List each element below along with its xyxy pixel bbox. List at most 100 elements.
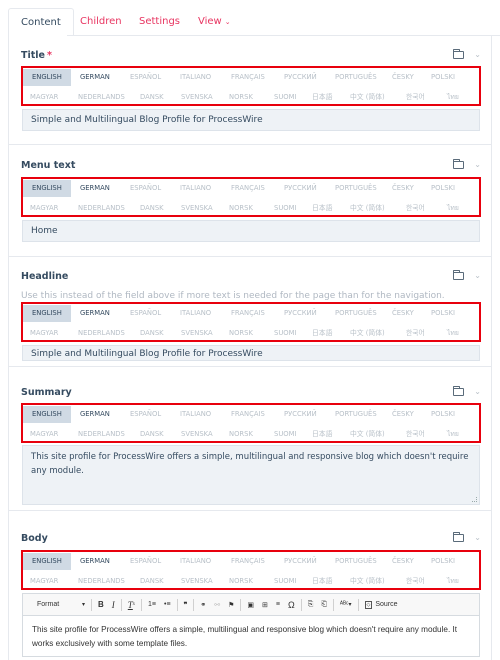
tab-settings[interactable]: Settings [139,9,180,35]
language-tab-espa-ol[interactable]: ESPAÑOL [130,406,161,423]
language-tab[interactable]: ไทย [447,573,459,590]
language-tab[interactable]: SVENSKA [181,325,213,342]
language-tab[interactable]: 한국어 [406,573,425,590]
language-tab[interactable]: NORSK [229,89,253,106]
language-tab-espa-ol[interactable]: ESPAÑOL [130,69,161,86]
language-tab-polski[interactable]: POLSKI [431,553,455,570]
language-tab--esky[interactable]: ČESKY [392,406,414,423]
resize-handle[interactable] [472,497,477,502]
ordered-list-button[interactable]: 1≡ [148,601,156,608]
language-tab[interactable]: ไทย [447,200,459,217]
language-tab[interactable]: SUOMI [274,325,297,342]
language-tab-polski[interactable]: POLSKI [431,406,455,423]
language-tab-portugu-s[interactable]: PORTUGUÊS [335,69,377,86]
chevron-down-icon[interactable]: ⌄ [474,160,481,169]
image-button[interactable]: ▣ [247,601,254,609]
italic-button[interactable]: I [112,600,115,610]
language-tab--[interactable]: РУССКИЙ [284,406,317,423]
language-tab-english[interactable]: ENGLISH [23,406,71,423]
chevron-down-icon[interactable]: ⌄ [474,271,481,280]
folder-icon[interactable] [453,158,465,169]
bulleted-list-button[interactable]: •≡ [164,601,171,608]
language-tab-polski[interactable]: POLSKI [431,180,455,197]
folder-icon[interactable] [453,385,465,396]
language-tab[interactable]: SUOMI [274,573,297,590]
headline-input[interactable]: Simple and Multilingual Blog Profile for… [22,345,480,361]
language-tab-italiano[interactable]: ITALIANO [180,305,211,322]
language-tab--[interactable]: РУССКИЙ [284,553,317,570]
language-tab[interactable]: 日本語 [312,573,332,590]
language-tab-german[interactable]: GERMAN [80,406,110,423]
language-tab-fran-ais[interactable]: FRANÇAIS [231,406,265,423]
language-tab[interactable]: ไทย [447,426,459,443]
language-tab[interactable]: SVENSKA [181,426,213,443]
language-tab[interactable]: SVENSKA [181,573,213,590]
language-tab-polski[interactable]: POLSKI [431,305,455,322]
language-tab-espa-ol[interactable]: ESPAÑOL [130,180,161,197]
tab-content[interactable]: Content [8,8,74,36]
paste-text-button[interactable]: ⎘ [308,601,314,609]
language-tab[interactable]: NEDERLANDS [78,325,125,342]
language-tab-espa-ol[interactable]: ESPAÑOL [130,553,161,570]
language-tab-italiano[interactable]: ITALIANO [180,406,211,423]
language-tab-italiano[interactable]: ITALIANO [180,69,211,86]
language-tab-portugu-s[interactable]: PORTUGUÊS [335,553,377,570]
anchor-flag-button[interactable]: ⚑ [228,601,234,609]
language-tab[interactable]: 中文 (简体) [350,573,385,590]
language-tab--esky[interactable]: ČESKY [392,180,414,197]
language-tab[interactable]: MAGYAR [30,89,58,106]
horizontal-rule-button[interactable]: ≡ [276,601,280,608]
remove-format-button[interactable]: Tx [128,600,135,610]
language-tab-german[interactable]: GERMAN [80,305,110,322]
chevron-down-icon[interactable]: ⌄ [474,50,481,59]
language-tab-english[interactable]: ENGLISH [23,305,71,322]
language-tab[interactable]: MAGYAR [30,325,58,342]
language-tab[interactable]: NEDERLANDS [78,573,125,590]
language-tab-portugu-s[interactable]: PORTUGUÊS [335,406,377,423]
language-tab[interactable]: 中文 (简体) [350,200,385,217]
language-tab[interactable]: 日本語 [312,89,332,106]
language-tab[interactable]: SVENSKA [181,89,213,106]
language-tab-english[interactable]: ENGLISH [23,69,71,86]
language-tab-fran-ais[interactable]: FRANÇAIS [231,305,265,322]
language-tab[interactable]: SUOMI [274,200,297,217]
menu-text-input[interactable]: Home [22,220,480,242]
language-tab-german[interactable]: GERMAN [80,69,110,86]
language-tab-portugu-s[interactable]: PORTUGUÊS [335,305,377,322]
language-tab[interactable]: SVENSKA [181,200,213,217]
language-tab[interactable]: NORSK [229,325,253,342]
link-button[interactable]: ⚭ [200,601,206,609]
language-tab[interactable]: 中文 (简体) [350,89,385,106]
language-tab-german[interactable]: GERMAN [80,180,110,197]
source-button[interactable]: ◇ Source [364,600,398,609]
language-tab[interactable]: 한국어 [406,200,425,217]
paste-word-button[interactable]: ⎗ [321,601,327,609]
language-tab[interactable]: MAGYAR [30,426,58,443]
format-dropdown[interactable]: Format ▾ [37,601,85,608]
language-tab[interactable]: 日本語 [312,325,332,342]
folder-icon[interactable] [453,531,465,542]
language-tab[interactable]: 한국어 [406,325,425,342]
language-tab-english[interactable]: ENGLISH [23,553,71,570]
language-tab[interactable]: 中文 (简体) [350,325,385,342]
language-tab[interactable]: 日本語 [312,200,332,217]
folder-icon[interactable] [453,48,465,59]
special-char-button[interactable]: Ω [288,600,295,610]
body-editor-content[interactable]: This site profile for ProcessWire offers… [23,616,479,656]
bold-button[interactable]: B [98,600,104,609]
language-tab-german[interactable]: GERMAN [80,553,110,570]
language-tab[interactable]: NORSK [229,573,253,590]
language-tab-fran-ais[interactable]: FRANÇAIS [231,553,265,570]
table-button[interactable]: ⊞ [262,601,268,609]
language-tab[interactable]: NORSK [229,426,253,443]
language-tab--esky[interactable]: ČESKY [392,69,414,86]
language-tab--[interactable]: РУССКИЙ [284,69,317,86]
title-input[interactable]: Simple and Multilingual Blog Profile for… [22,109,480,131]
language-tab-fran-ais[interactable]: FRANÇAIS [231,180,265,197]
language-tab[interactable]: 한국어 [406,426,425,443]
language-tab[interactable]: SUOMI [274,89,297,106]
language-tab-italiano[interactable]: ITALIANO [180,180,211,197]
language-tab--[interactable]: РУССКИЙ [284,180,317,197]
unlink-button[interactable]: ⚯ [214,601,220,609]
language-tab-italiano[interactable]: ITALIANO [180,553,211,570]
